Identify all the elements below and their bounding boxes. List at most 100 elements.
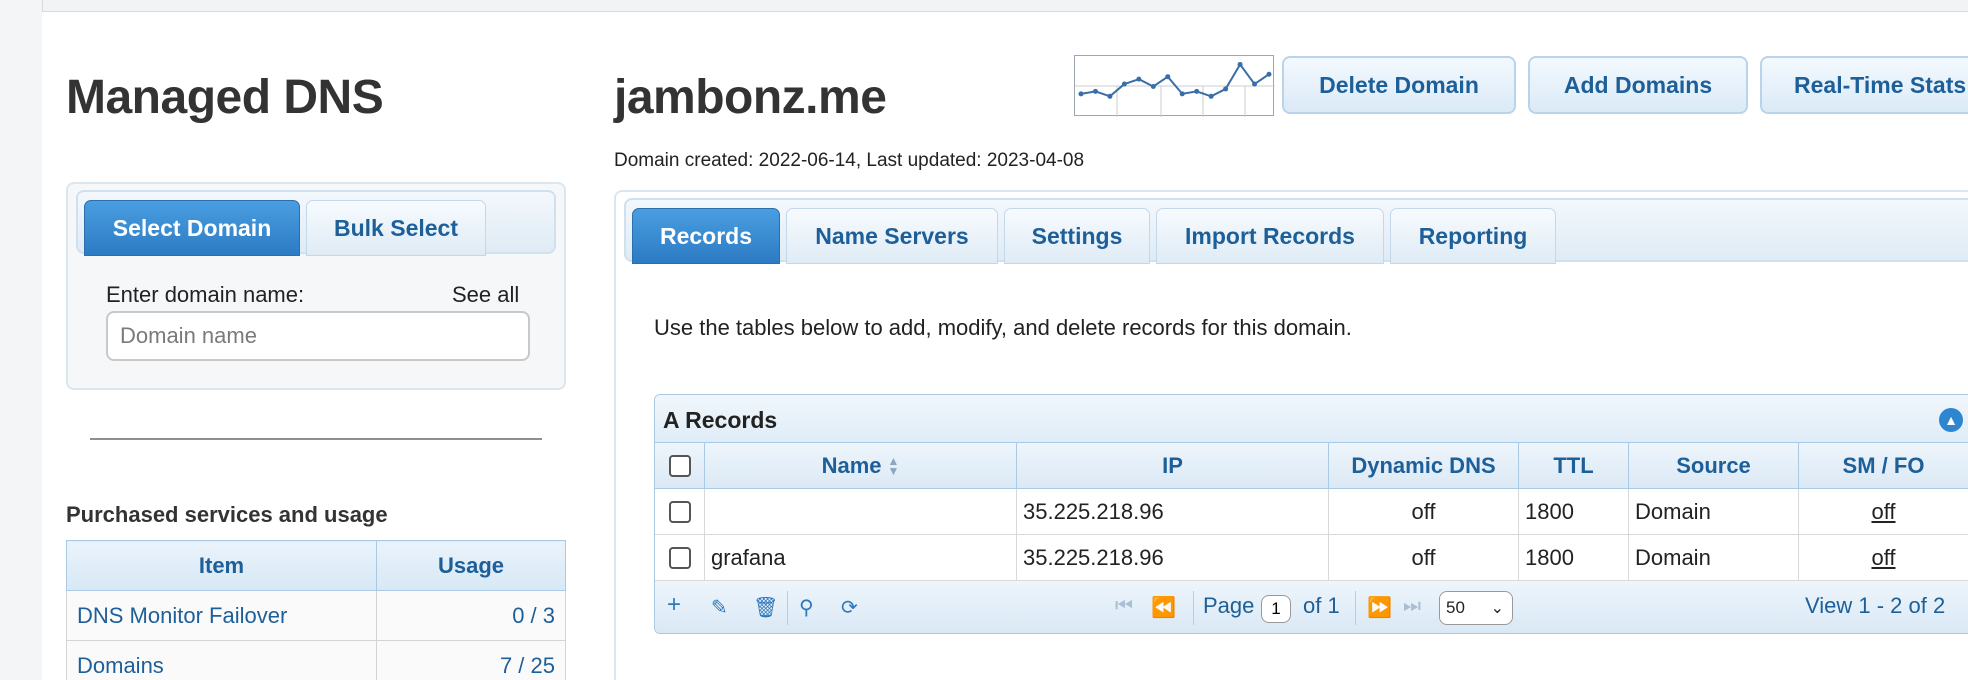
record-smfo-cell: off bbox=[1799, 489, 1968, 535]
delete-record-icon[interactable]: 🗑 bbox=[753, 595, 778, 620]
select-all-checkbox[interactable] bbox=[668, 455, 691, 477]
services-table: Item Usage DNS Monitor Failover 0 / 3 Do… bbox=[66, 540, 566, 680]
record-smfo-cell: off bbox=[1799, 535, 1968, 581]
select-all-cell bbox=[655, 443, 705, 489]
sort-icon[interactable]: ▲ ▼ bbox=[888, 455, 900, 477]
tab-name-servers[interactable]: Name Servers bbox=[786, 208, 998, 264]
pager-separator bbox=[1193, 591, 1194, 625]
sparkline-line bbox=[1080, 62, 1270, 98]
record-source: Domain bbox=[1629, 489, 1799, 535]
a-records-caption: A Records ▲ bbox=[655, 395, 1968, 443]
row-select-cell bbox=[655, 489, 705, 535]
record-name: grafana bbox=[705, 535, 1017, 581]
col-item: Item bbox=[66, 540, 377, 591]
col-ip[interactable]: IP bbox=[1017, 443, 1329, 489]
sparkline-chart bbox=[1075, 61, 1275, 117]
collapse-icon[interactable]: ▲ bbox=[1939, 408, 1963, 432]
a-records-grid: A Records ▲ Name ▲ ▼ IP Dynamic DNS TTL S… bbox=[654, 394, 1968, 634]
tab-settings[interactable]: Settings bbox=[1004, 208, 1150, 264]
real-time-stats-button[interactable]: Real-Time Stats bbox=[1760, 56, 1968, 114]
add-record-icon[interactable]: + bbox=[667, 591, 681, 619]
first-page-icon[interactable]: ⏮ bbox=[1115, 595, 1133, 618]
domain-select-tabs: Select Domain Bulk Select bbox=[76, 190, 556, 256]
record-ttl: 1800 bbox=[1519, 489, 1629, 535]
tab-select-domain[interactable]: Select Domain bbox=[84, 200, 300, 256]
delete-domain-button[interactable]: Delete Domain bbox=[1282, 56, 1516, 114]
tab-bulk-select[interactable]: Bulk Select bbox=[306, 200, 486, 256]
record-ddns: off bbox=[1329, 535, 1519, 581]
record-name bbox=[705, 489, 1017, 535]
row-select-cell bbox=[655, 535, 705, 581]
table-row[interactable]: grafana 35.225.218.96 off 1800 Domain of… bbox=[655, 535, 1968, 581]
tab-import-records[interactable]: Import Records bbox=[1156, 208, 1384, 264]
records-tabs: Records Name Servers Settings Import Rec… bbox=[624, 198, 1968, 264]
record-smfo-link[interactable]: off bbox=[1871, 545, 1895, 571]
sparkline-point bbox=[1266, 71, 1272, 77]
col-source[interactable]: Source bbox=[1629, 443, 1799, 489]
rows-per-page-select[interactable]: 50 ⌄ bbox=[1439, 591, 1513, 625]
sparkline-point bbox=[1165, 74, 1171, 80]
sparkline-point bbox=[1237, 61, 1243, 67]
domain-title: jambonz.me bbox=[614, 71, 887, 124]
pager-separator bbox=[1355, 591, 1356, 625]
services-title: Purchased services and usage bbox=[66, 502, 388, 527]
table-row: DNS Monitor Failover 0 / 3 bbox=[66, 590, 566, 641]
add-domains-button[interactable]: Add Domains bbox=[1528, 56, 1748, 114]
prev-page-icon[interactable]: ⏪ bbox=[1151, 595, 1176, 620]
last-page-icon[interactable]: ⏭ bbox=[1403, 595, 1421, 618]
sparkline-point bbox=[1136, 76, 1142, 82]
record-ddns: off bbox=[1329, 489, 1519, 535]
domain-name-input[interactable] bbox=[106, 311, 530, 361]
rows-per-page-value: 50 bbox=[1446, 598, 1465, 617]
refresh-icon[interactable]: ⟳ bbox=[841, 595, 858, 620]
sparkline-point bbox=[1150, 84, 1156, 89]
domain-meta: Domain created: 2022-06-14, Last updated… bbox=[614, 150, 1085, 171]
service-item-link[interactable]: Domains bbox=[66, 640, 377, 680]
service-usage: 0 / 3 bbox=[376, 590, 566, 641]
col-name[interactable]: Name ▲ ▼ bbox=[705, 443, 1017, 489]
sparkline-point bbox=[1208, 93, 1214, 99]
records-intro: Use the tables below to add, modify, and… bbox=[654, 315, 1352, 340]
col-name-label: Name bbox=[821, 453, 882, 478]
next-page-icon[interactable]: ⏩ bbox=[1367, 595, 1392, 620]
top-bar bbox=[42, 0, 1968, 12]
see-all-link[interactable]: See all bbox=[452, 282, 519, 308]
left-divider bbox=[90, 438, 542, 440]
sparkline-point bbox=[1179, 91, 1185, 97]
sparkline-point bbox=[1078, 91, 1084, 97]
page-number-input[interactable] bbox=[1261, 595, 1291, 623]
row-checkbox[interactable] bbox=[668, 547, 691, 569]
col-dynamic-dns[interactable]: Dynamic DNS bbox=[1329, 443, 1519, 489]
sparkline-point bbox=[1194, 88, 1200, 94]
col-ttl[interactable]: TTL bbox=[1519, 443, 1629, 489]
edit-record-icon[interactable]: ✎ bbox=[711, 595, 728, 620]
sparkline-point bbox=[1252, 81, 1258, 87]
service-item-link[interactable]: DNS Monitor Failover bbox=[66, 590, 377, 641]
page-of-label: of 1 bbox=[1303, 593, 1340, 618]
tab-reporting[interactable]: Reporting bbox=[1390, 208, 1556, 264]
chevron-down-icon: ⌄ bbox=[1490, 600, 1504, 617]
table-row[interactable]: 35.225.218.96 off 1800 Domain off bbox=[655, 489, 1968, 535]
domain-select-panel: Select Domain Bulk Select Enter domain n… bbox=[66, 182, 566, 390]
search-icon[interactable]: ⚲ bbox=[799, 595, 814, 620]
table-row: Domains 7 / 25 bbox=[66, 640, 566, 680]
record-ip: 35.225.218.96 bbox=[1017, 489, 1329, 535]
service-usage: 7 / 25 bbox=[376, 640, 566, 680]
services-header-row: Item Usage bbox=[66, 540, 566, 591]
row-checkbox[interactable] bbox=[668, 501, 691, 523]
page-label: Page bbox=[1203, 593, 1255, 618]
record-ip: 35.225.218.96 bbox=[1017, 535, 1329, 581]
sparkline-point bbox=[1107, 93, 1113, 99]
col-sm-fo[interactable]: SM / FO bbox=[1799, 443, 1968, 489]
a-records-header: Name ▲ ▼ IP Dynamic DNS TTL Source SM / F… bbox=[655, 443, 1968, 489]
domain-name-label: Enter domain name: bbox=[106, 282, 305, 307]
sparkline-point bbox=[1121, 81, 1127, 87]
record-smfo-link[interactable]: off bbox=[1871, 499, 1895, 525]
tab-records[interactable]: Records bbox=[632, 208, 780, 264]
sparkline-point bbox=[1092, 88, 1098, 94]
view-range-label: View 1 - 2 of 2 bbox=[1805, 593, 1946, 618]
pager-separator bbox=[787, 591, 788, 625]
traffic-sparkline[interactable] bbox=[1074, 55, 1275, 117]
page-title: Managed DNS bbox=[66, 71, 384, 124]
record-source: Domain bbox=[1629, 535, 1799, 581]
